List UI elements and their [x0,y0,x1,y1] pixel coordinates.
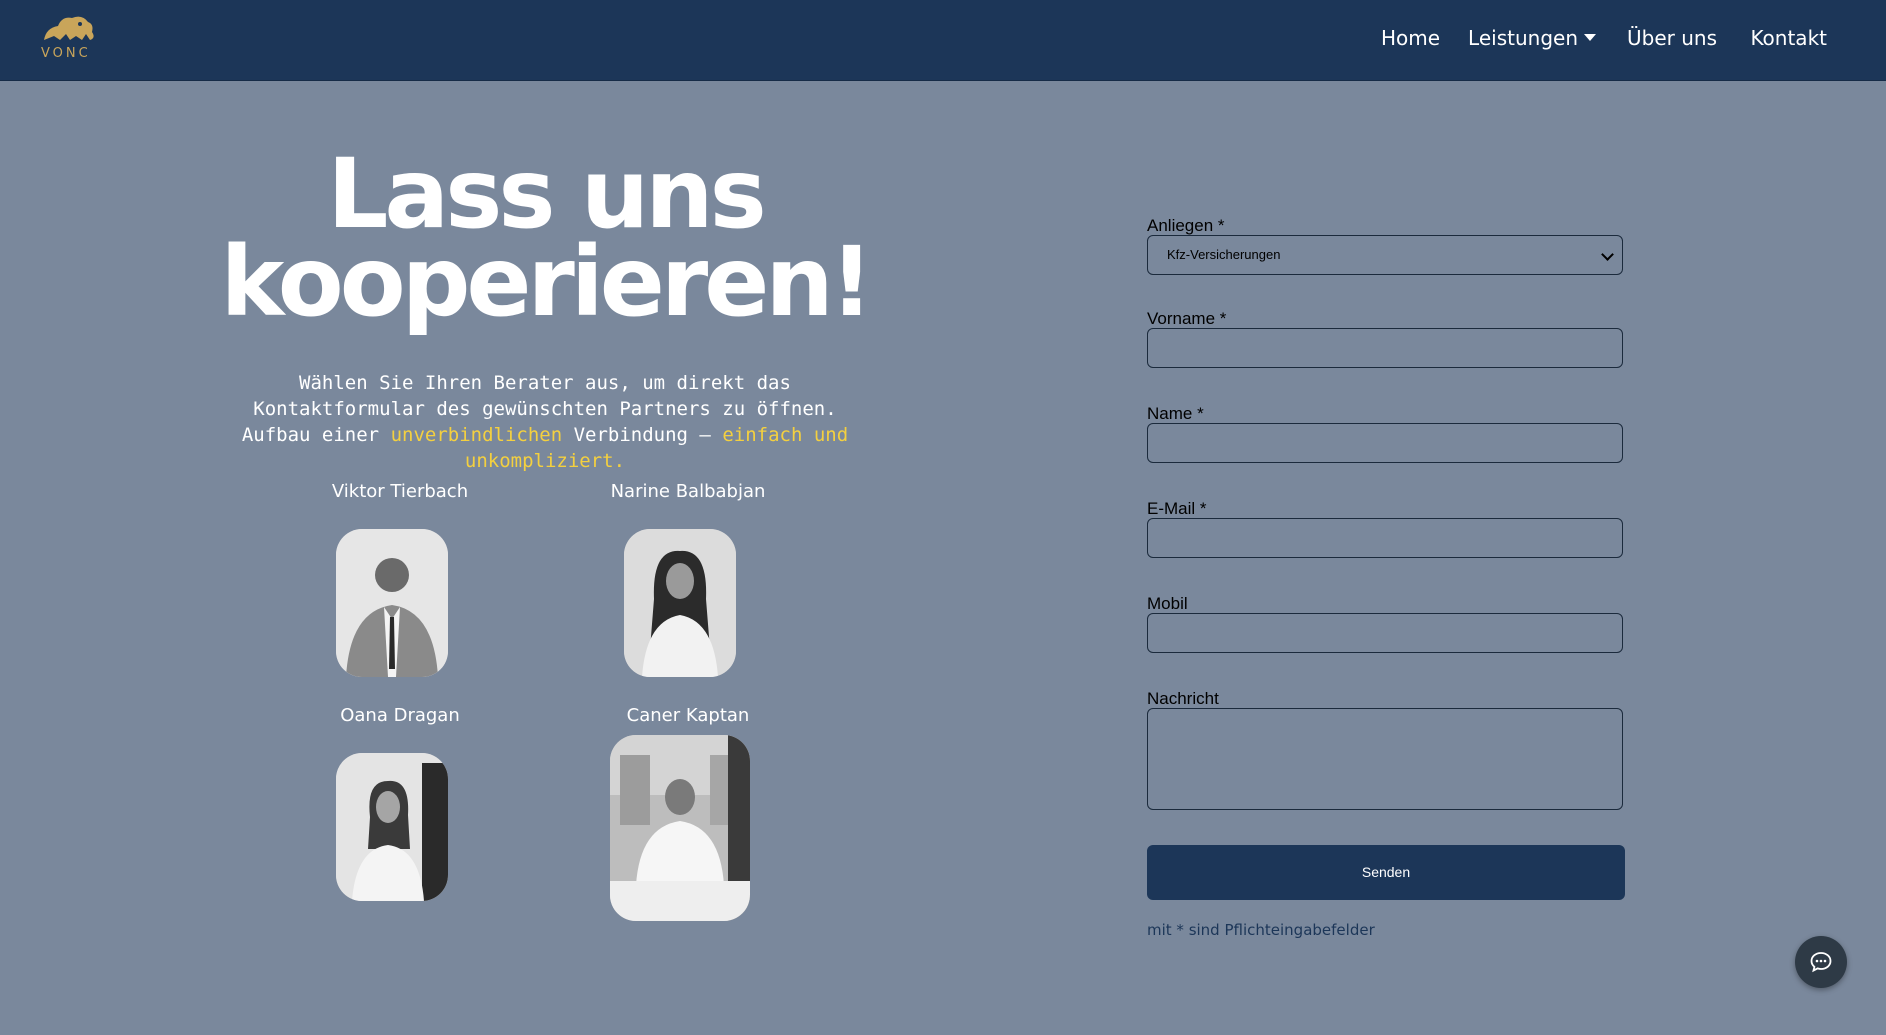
chat-button[interactable] [1795,936,1847,988]
intro-part2: Verbindung – [562,424,723,446]
nav-leistungen-label: Leistungen [1468,26,1578,50]
nachricht-label: Nachricht [1147,689,1219,708]
lion-logo-icon [44,16,94,40]
name-label: Name * [1147,404,1204,423]
advisor-portrait-image [336,753,448,901]
advisor-portrait-image [610,735,750,921]
vorname-label: Vorname * [1147,309,1227,328]
email-input[interactable] [1147,518,1623,558]
advisor-photo-caner[interactable] [610,735,750,921]
required-fields-note: mit * sind Pflichteingabefelder [1147,921,1375,939]
intro-highlight-1: unverbindlichen [390,424,563,446]
chat-bubble-icon [1810,952,1832,973]
advisor-name-caner[interactable]: Caner Kaptan [578,705,798,726]
brand-logo[interactable]: VONC [36,10,100,64]
mobil-input[interactable] [1147,613,1623,653]
nav-ueber-uns[interactable]: Über uns [1627,26,1717,50]
advisor-name-narine[interactable]: Narine Balbabjan [578,481,798,502]
nav-home[interactable]: Home [1381,26,1440,50]
site-header: VONC Home Leistungen Über uns Kontakt [0,0,1886,81]
anliegen-label: Anliegen * [1147,216,1225,235]
anliegen-select[interactable]: Kfz-Versicherungen [1147,235,1623,275]
send-button[interactable]: Senden [1147,845,1625,900]
nachricht-textarea[interactable] [1147,708,1623,810]
brand-logo-text: VONC [41,46,91,61]
advisor-photo-oana[interactable] [336,753,448,901]
advisor-photo-viktor[interactable] [336,529,448,677]
chevron-down-icon [1601,248,1614,261]
vorname-input[interactable] [1147,328,1623,368]
nav-kontakt[interactable]: Kontakt [1750,26,1827,50]
mobil-label: Mobil [1147,594,1188,613]
name-input[interactable] [1147,423,1623,463]
advisor-photo-narine[interactable] [624,529,736,677]
page-title: Lass uns kooperieren! [220,138,874,338]
page-title-line1: Lass uns [327,138,766,250]
intro-text: Wählen Sie Ihren Berater aus, um direkt … [225,370,865,474]
advisor-portrait-image [336,529,448,677]
advisor-portrait-image [624,529,736,677]
caret-down-icon [1584,34,1596,41]
advisor-name-oana[interactable]: Oana Dragan [290,705,510,726]
advisor-name-viktor[interactable]: Viktor Tierbach [290,481,510,502]
anliegen-selected-value: Kfz-Versicherungen [1167,247,1281,262]
email-label: E-Mail * [1147,499,1207,518]
intro-part3: . [613,450,626,472]
page-title-line2: kooperieren! [220,226,874,338]
nav-leistungen[interactable]: Leistungen [1468,26,1596,50]
